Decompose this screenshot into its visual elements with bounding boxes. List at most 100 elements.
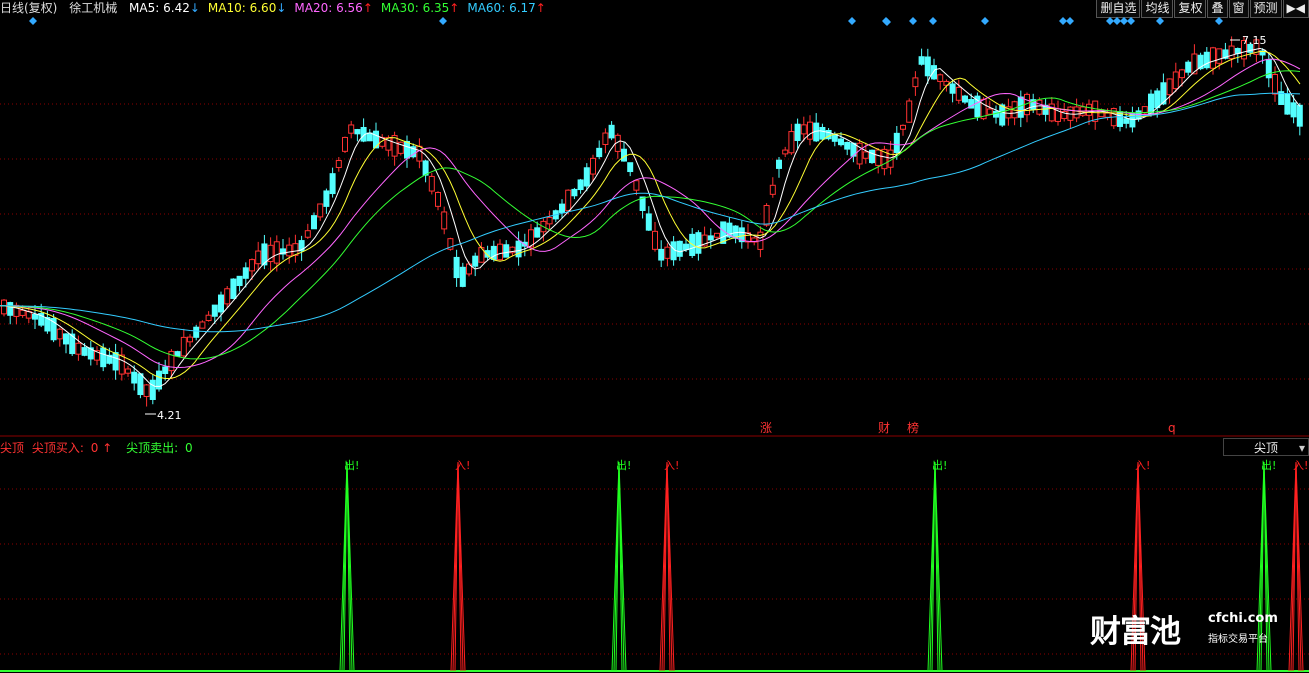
candle-up [273,241,280,264]
candle-up [875,149,882,166]
candle-up [763,204,770,226]
candle-down [100,347,107,368]
candle-down [503,244,510,258]
candle-down [242,267,249,279]
candle-up [317,203,324,218]
candle-up [800,124,807,135]
event-diamond-icon [929,17,937,25]
candle-down [794,123,801,141]
chevron-down-icon: ▾ [1298,441,1305,455]
high-price-label: 7.15 [1242,34,1267,47]
candle-down [1284,93,1291,115]
indicator-legend: 尖顶 尖顶买入: 0 ↑ 尖顶卖出: 0 [0,440,193,456]
candle-down [571,188,578,197]
candle-up [118,354,125,375]
candle-down [658,248,665,261]
buy-value: 0 [90,441,99,455]
event-diamond-icon [1106,17,1114,25]
candle-down [720,221,727,244]
candle-down [596,147,603,158]
event-diamond-icon [1120,17,1128,25]
candle-down [131,371,138,384]
candle-down [137,373,144,396]
ma60-line [0,92,1301,333]
ma20-line [0,58,1301,369]
candle-down [149,379,156,400]
buy-label: 尖顶买入: [31,441,84,455]
candle-down [776,159,782,169]
event-diamond-icon [1156,17,1164,25]
sell-label: 尖顶卖出: [126,441,179,455]
candle-down [63,333,69,345]
candle-down [422,160,429,176]
candle-up [497,243,503,261]
candle-down [354,129,361,135]
candle-down [1154,90,1161,109]
candle-down [577,179,584,191]
low-price-label: 4.21 [157,409,182,422]
candle-down [949,83,956,94]
candle-up [633,180,640,191]
candle-down [311,215,317,230]
buy-signal-label: 入! [455,459,470,472]
candle-down [695,232,702,254]
candle-down [236,275,243,287]
candle-up [955,86,962,101]
candle-down [999,104,1006,126]
candle-down [323,190,330,207]
candle-down [838,138,844,146]
candle-up [782,149,789,155]
candle-up [1179,69,1185,79]
candle-down [819,126,826,140]
candle-up [900,124,906,130]
candle-down [472,255,479,267]
candle-up [1228,45,1235,60]
candle-down [1123,118,1130,124]
candle-up [1172,71,1179,90]
candle-down [918,56,925,65]
indicator-name: 尖顶 [0,441,25,455]
candle-down [707,235,714,241]
watermark-sub: 指标交易平台 [1208,634,1268,645]
indicator-select[interactable]: 尖顶 ▾ [1223,438,1309,456]
candle-down [676,240,683,257]
candle-down [162,366,169,375]
candle-up [807,121,813,140]
candle-down [459,266,466,287]
candle-down [329,173,336,195]
candle-down [893,132,900,154]
candle-up [249,259,255,272]
candle-up [335,160,342,168]
candle-down [645,213,652,231]
candle-up [224,288,231,305]
candle-up [187,336,193,343]
candle-up [19,309,26,316]
watermark-brand: 财富池 [1090,614,1181,650]
candle-up [788,131,795,154]
candle-down [583,167,590,187]
candle-down [831,134,838,142]
candle-up [1216,48,1223,64]
candle-up [205,314,212,322]
candle-up [714,232,720,238]
candle-down [366,132,373,142]
event-diamond-icon [1113,17,1121,25]
candle-up [255,250,262,265]
candle-down [844,141,851,150]
candle-up [199,321,206,329]
candle-up [56,328,63,340]
candle-down [81,347,88,356]
event-diamond-icon [848,17,856,25]
candle-down [1017,96,1024,118]
kline-chart[interactable]: 7.15 4.21 涨 财 榜 q 出! 入! 出! 入! 出! 入! 出! 入! [0,0,1309,673]
watermark-url: cfchi.com [1208,611,1278,626]
buy-signal-label: 入! [1293,459,1308,472]
event-diamond-icon [909,17,917,25]
candle-up [1166,78,1173,96]
candle-up [441,211,448,230]
sell-signal-label: 出! [616,458,631,472]
buy-dir-icon: ↑ [102,441,113,455]
buy-signal-label: 入! [1135,459,1150,472]
event-diamond-icon [29,17,37,25]
event-zhang-marker: 涨 [760,420,772,435]
